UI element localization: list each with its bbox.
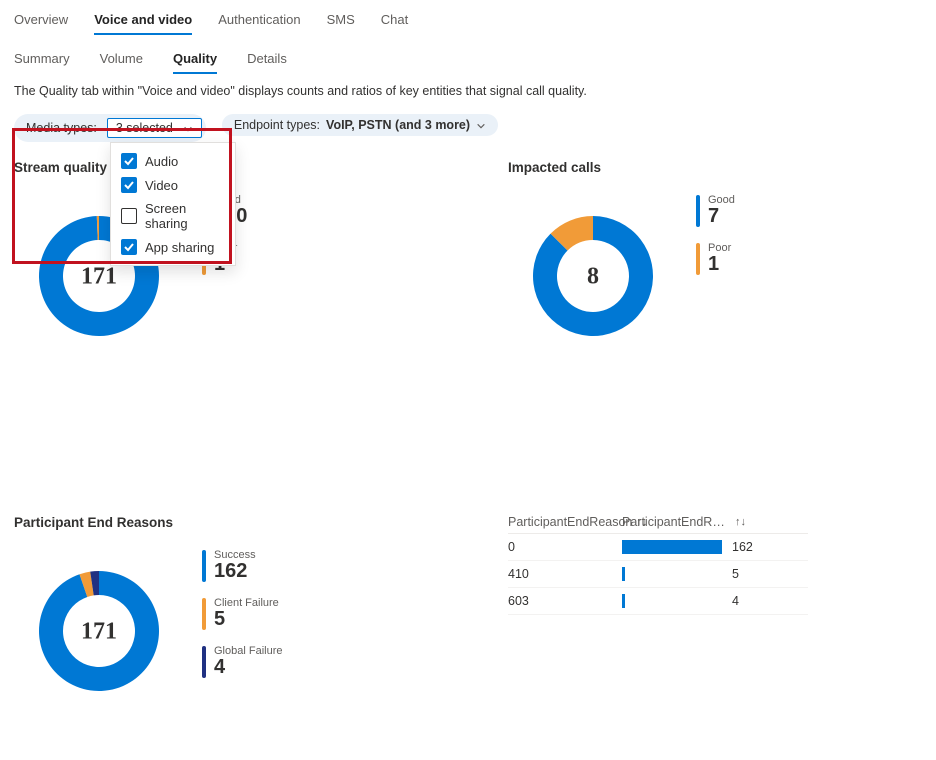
media-types-filter[interactable]: Media types: 3 selected <box>14 114 206 142</box>
checkbox-icon <box>121 239 137 255</box>
endpoint-types-value: VoIP, PSTN (and 3 more) <box>326 118 470 132</box>
end-reasons-legend: Success162 Client Failure5 Global Failure4 <box>202 550 282 678</box>
filter-bar: Media types: 3 selected Endpoint types: … <box>14 114 922 142</box>
subtab-volume[interactable]: Volume <box>100 45 143 74</box>
media-option-audio[interactable]: Audio <box>119 149 227 173</box>
tab-voice-and-video[interactable]: Voice and video <box>94 6 192 35</box>
media-types-dropdown: Audio Video Screen sharing App sharing <box>110 142 236 266</box>
option-label: App sharing <box>145 240 214 255</box>
top-tabs: Overview Voice and video Authentication SMS… <box>14 6 922 35</box>
table-row[interactable]: 410 5 <box>508 561 808 588</box>
col-reason-header[interactable]: ParticipantEndReason ↑↓ <box>508 515 622 529</box>
cell-count: 162 <box>732 540 792 554</box>
legend-text: Global Failure4 <box>214 646 282 678</box>
panel-end-reason-table: ParticipantEndReason ↑↓ ParticipantEndRe… <box>508 511 936 716</box>
table-row[interactable]: 0 162 <box>508 534 808 561</box>
checkbox-icon <box>121 208 137 224</box>
legend-value: 4 <box>214 657 282 678</box>
tab-overview[interactable]: Overview <box>14 6 68 35</box>
subtab-quality[interactable]: Quality <box>173 45 217 74</box>
end-reasons-donut: 171 <box>14 546 184 716</box>
svg-text:171: 171 <box>81 619 117 645</box>
legend-item: Success162 <box>202 550 282 582</box>
legend-text: Poor1 <box>708 243 731 275</box>
cell-bar <box>622 540 732 554</box>
chevron-down-icon <box>476 120 486 130</box>
legend-swatch <box>696 195 700 227</box>
legend-value: 5 <box>214 609 279 630</box>
media-option-app-sharing[interactable]: App sharing <box>119 235 227 259</box>
stream-quality-title: Stream quality <box>14 160 468 175</box>
impacted-calls-donut: 8 <box>508 191 678 361</box>
table-row[interactable]: 603 4 <box>508 588 808 615</box>
legend-item: Poor1 <box>696 243 735 275</box>
legend-text: Success162 <box>214 550 256 582</box>
endpoint-types-label: Endpoint types: <box>234 118 320 132</box>
cell-count: 4 <box>732 594 792 608</box>
col-count-header[interactable]: ParticipantEndReasonCou... ↑↓ <box>622 515 746 529</box>
cell-reason: 603 <box>508 594 622 608</box>
legend-swatch <box>202 550 206 582</box>
legend-text: Client Failure5 <box>214 598 279 630</box>
end-reasons-title: Participant End Reasons <box>14 515 468 530</box>
panel-row-2: Participant End Reasons 171 Success162 Cl… <box>14 511 922 716</box>
legend-text: Good7 <box>708 195 735 227</box>
impacted-calls-legend: Good7 Poor1 <box>696 195 735 275</box>
option-label: Video <box>145 178 178 193</box>
impacted-calls-title: Impacted calls <box>508 160 936 175</box>
legend-value: 1 <box>708 254 731 275</box>
legend-swatch <box>696 243 700 275</box>
media-types-select[interactable]: 3 selected <box>107 118 202 138</box>
option-label: Screen sharing <box>145 201 225 231</box>
legend-item: Client Failure5 <box>202 598 282 630</box>
checkbox-icon <box>121 153 137 169</box>
panel-end-reasons: Participant End Reasons 171 Success162 Cl… <box>14 511 468 716</box>
svg-text:171: 171 <box>81 264 117 290</box>
svg-text:8: 8 <box>587 264 599 290</box>
media-types-selected: 3 selected <box>116 121 173 135</box>
option-label: Audio <box>145 154 178 169</box>
cell-reason: 0 <box>508 540 622 554</box>
subtab-details[interactable]: Details <box>247 45 287 74</box>
legend-swatch <box>202 646 206 678</box>
checkbox-icon <box>121 177 137 193</box>
tab-authentication[interactable]: Authentication <box>218 6 300 35</box>
media-option-screen-sharing[interactable]: Screen sharing <box>119 197 227 235</box>
tab-chat[interactable]: Chat <box>381 6 408 35</box>
table-header: ParticipantEndReason ↑↓ ParticipantEndRe… <box>508 511 808 534</box>
media-option-video[interactable]: Video <box>119 173 227 197</box>
subtab-summary[interactable]: Summary <box>14 45 70 74</box>
tab-sms[interactable]: SMS <box>327 6 355 35</box>
legend-item: Good7 <box>696 195 735 227</box>
end-reason-table: ParticipantEndReason ↑↓ ParticipantEndRe… <box>508 511 808 615</box>
endpoint-types-filter[interactable]: Endpoint types: VoIP, PSTN (and 3 more) <box>222 114 498 136</box>
panel-impacted-calls: Impacted calls 8 Good7 Poor1 <box>508 156 936 361</box>
cell-bar <box>622 594 732 608</box>
chevron-down-icon <box>183 123 193 133</box>
col-reason-label: ParticipantEndReason <box>508 515 632 529</box>
cell-reason: 410 <box>508 567 622 581</box>
legend-value: 162 <box>214 561 256 582</box>
sub-tabs: Summary Volume Quality Details <box>14 45 922 74</box>
col-count-label: ParticipantEndReasonCou... <box>622 515 731 529</box>
legend-swatch <box>202 598 206 630</box>
sort-icon: ↑↓ <box>735 516 746 528</box>
legend-value: 7 <box>708 206 735 227</box>
cell-count: 5 <box>732 567 792 581</box>
tab-description: The Quality tab within "Voice and video"… <box>14 84 922 98</box>
media-types-label: Media types: <box>26 121 97 135</box>
cell-bar <box>622 567 732 581</box>
legend-item: Global Failure4 <box>202 646 282 678</box>
panel-stream-quality: Stream quality 171 Good170Poor1 <box>14 156 468 361</box>
